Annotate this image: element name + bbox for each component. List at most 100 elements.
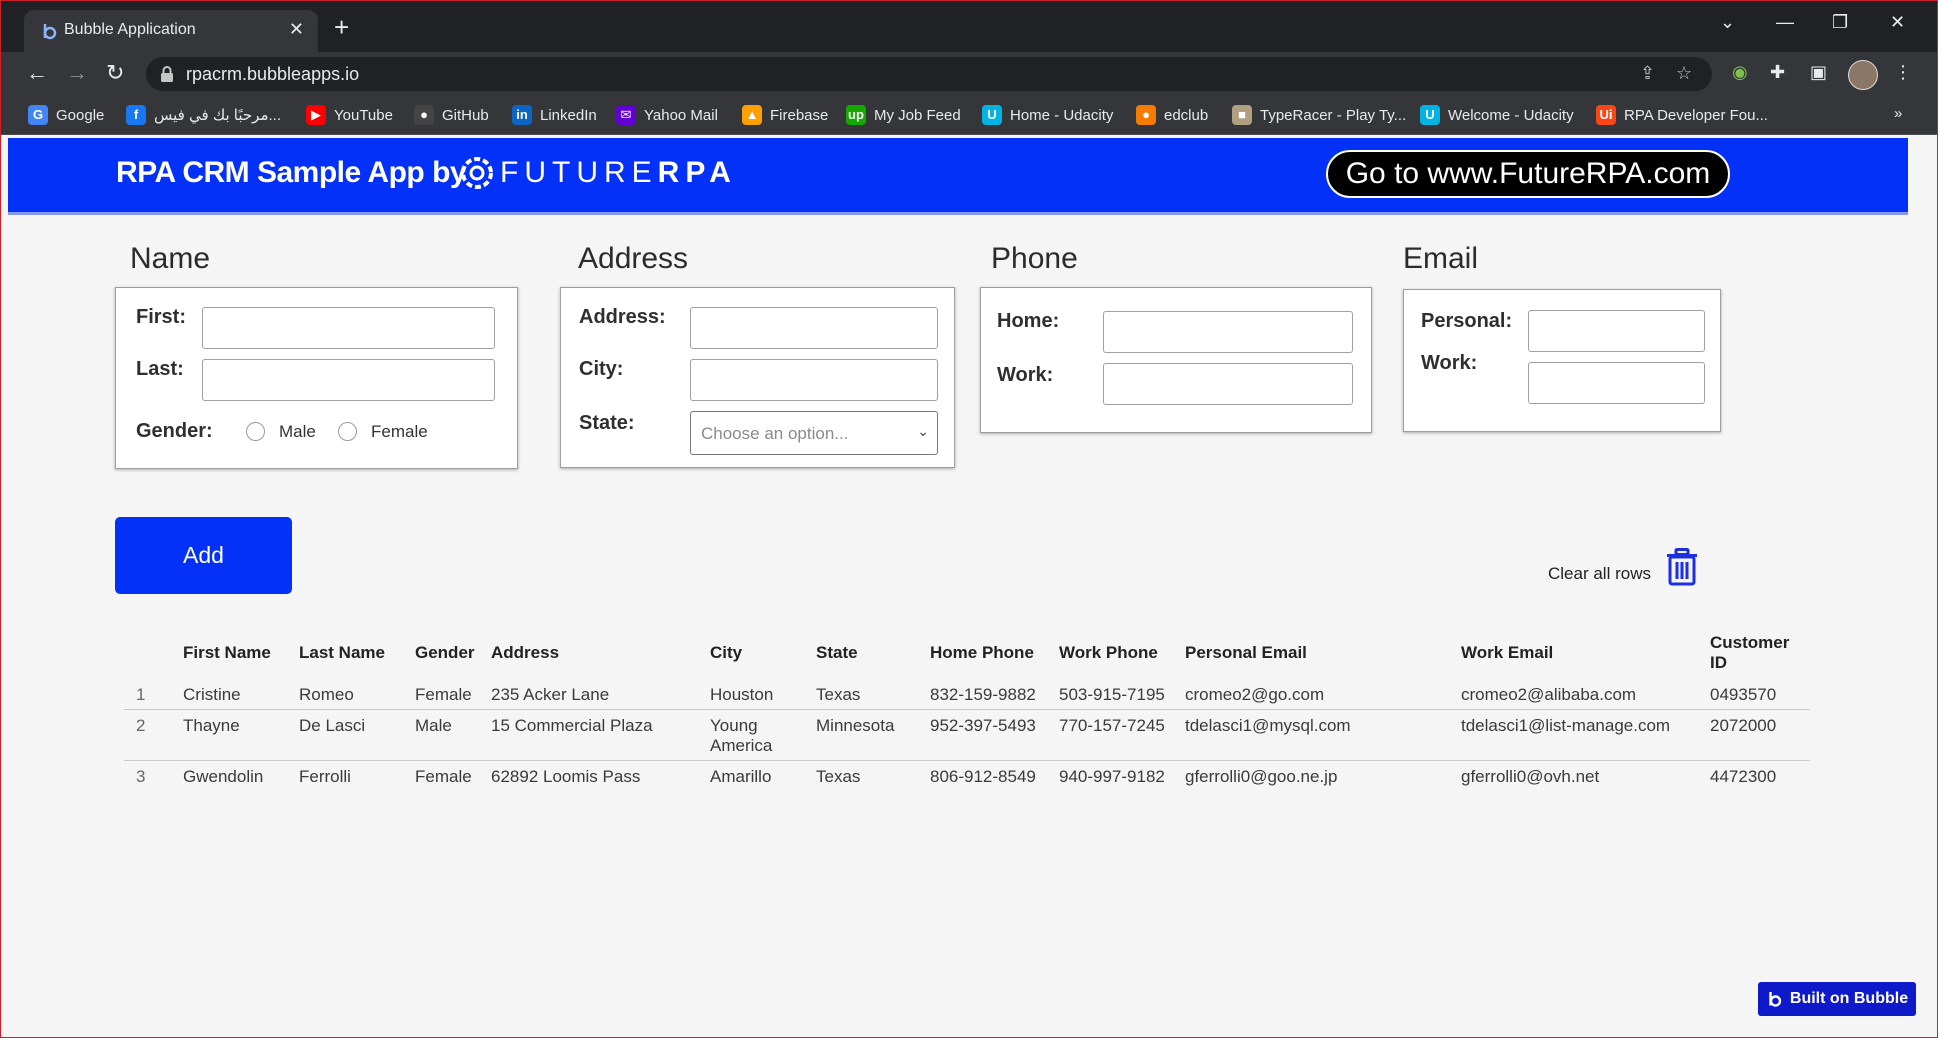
bookmark-item[interactable]: G Google	[28, 105, 104, 125]
add-button[interactable]: Add	[115, 517, 292, 594]
table-cell: 832-159-9882	[930, 685, 1036, 704]
bookmark-item[interactable]: ▲ Firebase	[742, 105, 828, 125]
bookmark-item[interactable]: U Home - Udacity	[982, 105, 1113, 125]
bookmark-label: Firebase	[770, 106, 829, 124]
window-close-icon[interactable]: ✕	[1890, 12, 1905, 33]
typeracer-icon: ■	[1232, 105, 1252, 125]
more-bookmarks-icon[interactable]: »	[1894, 105, 1902, 122]
tab-close-icon[interactable]: ✕	[289, 19, 304, 40]
bookmark-item[interactable]: ■ TypeRacer - Play Ty...	[1232, 105, 1406, 125]
bookmark-item[interactable]: up My Job Feed	[846, 105, 961, 125]
new-tab-icon[interactable]: +	[334, 12, 349, 43]
customers-table: First Name Last Name Gender Address City Stat…	[124, 630, 1810, 791]
bubble-favicon-icon	[43, 24, 57, 40]
work-phone-label: Work:	[997, 364, 1054, 386]
google-icon: G	[28, 105, 48, 125]
address-bar[interactable]: rpacrm.bubbleapps.io ⇪ ☆	[146, 57, 1712, 91]
bookmark-label: مرحبًا بك في فيس...	[154, 107, 282, 124]
linkedin-icon: in	[512, 105, 532, 125]
bookmark-item[interactable]: U Welcome - Udacity	[1420, 105, 1574, 125]
male-radio[interactable]	[246, 422, 265, 441]
side-panel-icon[interactable]: ▣	[1810, 62, 1827, 83]
column-header: First Name	[183, 643, 271, 662]
bookmark-label: My Job Feed	[874, 106, 961, 124]
female-radio[interactable]	[338, 422, 357, 441]
browser-tab[interactable]: Bubble Application ✕	[24, 10, 318, 52]
work-phone-input[interactable]	[1103, 363, 1353, 405]
male-radio-label[interactable]: Male	[279, 422, 316, 442]
restore-icon[interactable]: ❐	[1832, 12, 1848, 33]
work-email-input[interactable]	[1528, 362, 1705, 404]
table-cell: Minnesota	[816, 709, 930, 761]
table-cell: 770-157-7245	[1059, 709, 1185, 761]
state-label: State:	[579, 412, 635, 434]
table-cell: Cristine	[183, 685, 241, 704]
address-input[interactable]	[690, 307, 938, 349]
table-cell: Texas	[816, 760, 930, 791]
bookmark-item[interactable]: Ui RPA Developer Fou...	[1596, 105, 1768, 125]
table-cell: gferrolli0@goo.ne.jp	[1185, 760, 1461, 791]
email-section-title: Email	[1403, 242, 1479, 275]
profile-avatar[interactable]	[1848, 60, 1878, 90]
reload-icon[interactable]: ↻	[106, 60, 124, 86]
minimize-icon[interactable]: —	[1776, 12, 1794, 33]
bookmark-item[interactable]: in LinkedIn	[512, 105, 597, 125]
table-header-row: First Name Last Name Gender Address City Stat…	[124, 630, 1810, 679]
personal-email-input[interactable]	[1528, 310, 1705, 352]
youtube-icon: ▶	[306, 105, 326, 125]
bookmark-item[interactable]: ▶ YouTube	[306, 105, 393, 125]
table-cell: Texas	[816, 685, 861, 704]
futurerpa-link-button[interactable]: Go to www.FutureRPA.com	[1326, 150, 1730, 198]
browser-menu-icon[interactable]: ⋮	[1894, 62, 1912, 83]
table-cell: 503-915-7195	[1059, 685, 1165, 704]
bubble-logo-icon	[1769, 992, 1782, 1007]
back-icon[interactable]: ←	[26, 60, 48, 86]
browser-toolbar: ← → ↻ rpacrm.bubbleapps.io ⇪ ☆ ◉ ✚ ▣ ⋮	[0, 52, 1938, 96]
tab-search-icon[interactable]: ⌄	[1720, 12, 1735, 33]
state-select-placeholder: Choose an option...	[701, 424, 849, 443]
city-input[interactable]	[690, 359, 938, 401]
extensions-puzzle-icon[interactable]: ✚	[1770, 62, 1785, 83]
table-cell: tdelasci1@list-manage.com	[1461, 709, 1710, 761]
bookmark-label: YouTube	[334, 106, 393, 124]
trash-icon[interactable]	[1666, 548, 1698, 586]
first-name-input[interactable]	[202, 307, 495, 349]
table-cell: Female	[415, 685, 472, 704]
udacity-icon: U	[1420, 105, 1440, 125]
last-name-input[interactable]	[202, 359, 495, 401]
bookmark-label: RPA Developer Fou...	[1624, 106, 1768, 124]
facebook-icon: f	[126, 105, 146, 125]
state-select[interactable]: Choose an option... ⌄	[690, 411, 938, 455]
female-radio-label[interactable]: Female	[371, 422, 428, 442]
column-header	[124, 630, 183, 679]
extension-globe-icon[interactable]: ◉	[1732, 62, 1748, 83]
lock-icon	[161, 66, 173, 82]
table-cell: 940-997-9182	[1059, 760, 1185, 791]
built-on-bubble-badge[interactable]: Built on Bubble	[1758, 982, 1916, 1016]
bookmark-item[interactable]: f مرحبًا بك في فيس...	[126, 105, 281, 125]
table-row: 1 Cristine Romeo Female 235 Acker Lane Housto…	[124, 679, 1810, 710]
share-icon[interactable]: ⇪	[1640, 63, 1655, 84]
home-phone-input[interactable]	[1103, 311, 1353, 353]
bookmark-item[interactable]: ● GitHub	[414, 105, 489, 125]
column-header: Work Phone	[1059, 643, 1158, 662]
table-cell: 952-397-5493	[930, 709, 1059, 761]
phone-card: Home: Work:	[980, 287, 1372, 433]
table-cell: Young America	[710, 709, 816, 761]
table-cell: Gwendolin	[183, 760, 299, 791]
city-label: City:	[579, 358, 624, 380]
brand-future: FUTURE	[500, 156, 658, 189]
bookmark-item[interactable]: ● edclub	[1136, 105, 1208, 125]
bookmark-star-icon[interactable]: ☆	[1676, 63, 1692, 84]
email-card: Personal: Work:	[1403, 289, 1721, 432]
url-text: rpacrm.bubbleapps.io	[186, 64, 360, 84]
bookmark-item[interactable]: ✉ Yahoo Mail	[616, 105, 718, 125]
clear-all-rows-link[interactable]: Clear all rows	[1548, 564, 1651, 584]
home-phone-label: Home:	[997, 310, 1060, 332]
column-header: Address	[491, 643, 560, 662]
github-icon: ●	[414, 105, 434, 125]
chevron-down-icon: ⌄	[917, 423, 929, 439]
table-cell: Amarillo	[710, 760, 816, 791]
table-cell: Female	[415, 760, 491, 791]
forward-icon[interactable]: →	[66, 60, 88, 86]
